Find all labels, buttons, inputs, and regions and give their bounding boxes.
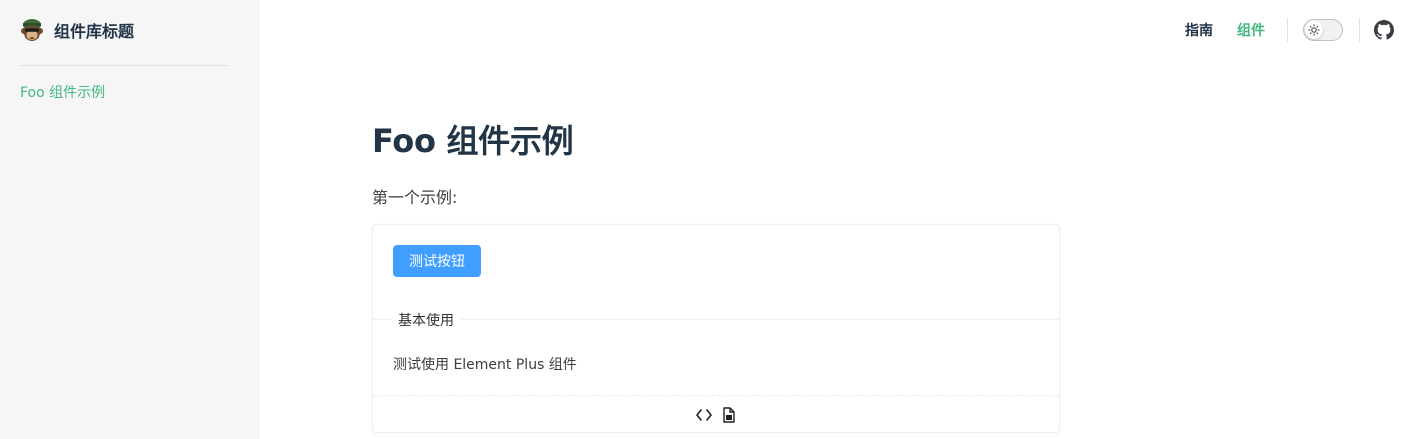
top-nav: 指南 组件 <box>1173 0 1405 60</box>
site-title: 组件库标题 <box>54 22 135 41</box>
sidebar-item-foo[interactable]: Foo 组件示例 <box>20 82 105 102</box>
description-text: 测试使用 Element Plus 组件 <box>393 357 577 373</box>
copy-icon[interactable] <box>721 406 737 423</box>
sidebar-divider <box>20 65 229 66</box>
description-divider <box>373 319 1059 320</box>
page-title: Foo 组件示例 <box>372 122 574 160</box>
description-title: 基本使用 <box>391 310 461 330</box>
nav-link-guide[interactable]: 指南 <box>1173 20 1225 40</box>
appearance-toggle[interactable] <box>1303 19 1343 41</box>
nav-divider <box>1287 18 1288 42</box>
intro-text: 第一个示例: <box>372 188 458 207</box>
site-logo-link[interactable]: 组件库标题 <box>20 14 134 46</box>
demo-card: 测试按钮 基本使用 测试使用 Element Plus 组件 <box>372 224 1060 433</box>
test-button[interactable]: 测试按钮 <box>393 245 481 277</box>
nav-link-components[interactable]: 组件 <box>1225 20 1277 40</box>
sun-icon <box>1308 24 1320 36</box>
demo-actions <box>373 395 1059 433</box>
code-icon[interactable] <box>695 407 712 423</box>
nav-divider-2 <box>1359 18 1360 42</box>
monkey-logo-icon <box>21 19 43 41</box>
github-icon[interactable] <box>1374 20 1394 40</box>
toggle-knob <box>1305 21 1323 39</box>
sidebar: 组件库标题 Foo 组件示例 <box>0 0 260 439</box>
